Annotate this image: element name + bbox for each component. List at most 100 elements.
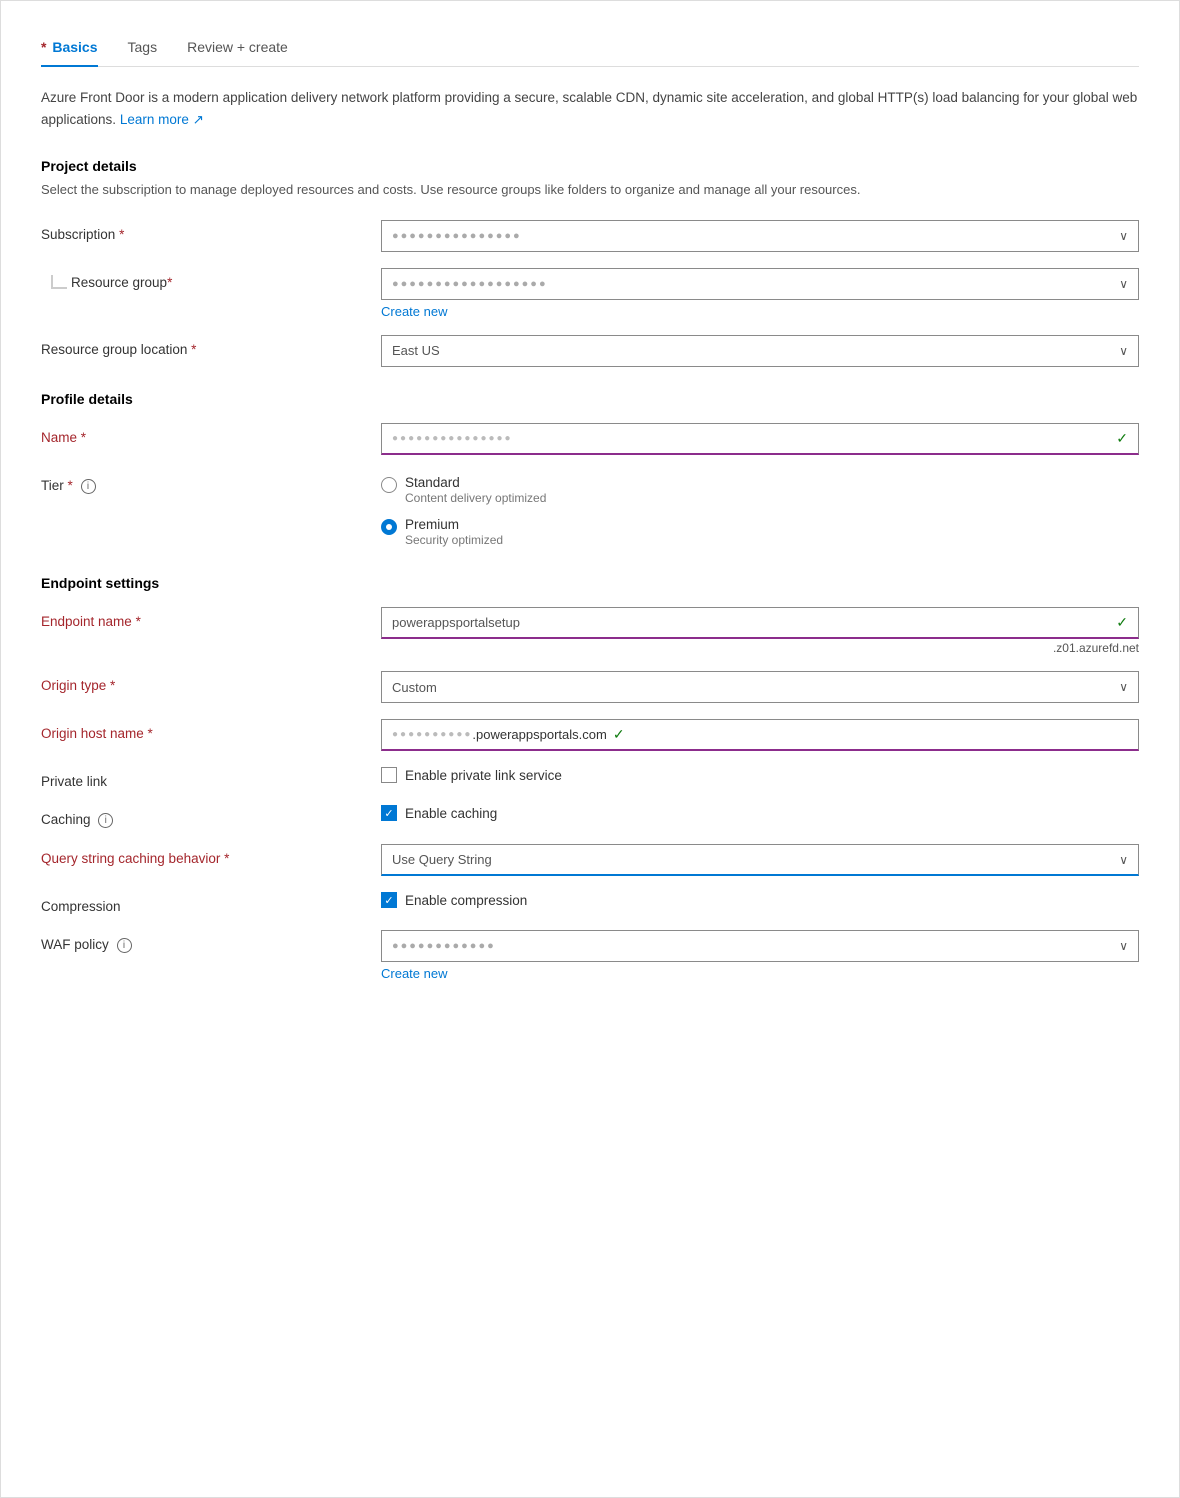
tier-premium-labels: Premium Security optimized (405, 517, 503, 547)
origin-host-blurred-value: ●●●●●●●●●● (392, 729, 472, 740)
profile-details-header: Profile details (41, 391, 1139, 407)
waf-value: ●●●●●●●●●●●● (392, 940, 1111, 952)
caching-checkbox[interactable]: ✓ (381, 805, 397, 821)
endpoint-settings-fields: Endpoint name * powerappsportalsetup ✓ .… (41, 607, 1139, 981)
resource-group-control: ●●●●●●●●●●●●●●●●●● ∨ Create new (381, 268, 1139, 319)
tier-label-text: Tier (41, 478, 64, 493)
compression-row: Compression ✓ Enable compression (41, 892, 1139, 914)
waf-dropdown[interactable]: ●●●●●●●●●●●● ∨ (381, 930, 1139, 962)
origin-host-row: Origin host name * ●●●●●●●●●● .powerapps… (41, 719, 1139, 751)
compression-control: ✓ Enable compression (381, 892, 1139, 908)
origin-host-suffix: .powerappsportals.com (472, 727, 606, 742)
endpoint-name-label-text: Endpoint name * (41, 614, 141, 629)
compression-checkbox-check-icon: ✓ (384, 894, 393, 907)
origin-host-label-text: Origin host name * (41, 726, 153, 741)
resource-group-location-row: Resource group location * East US ∨ (41, 335, 1139, 367)
origin-type-label: Origin type * (41, 671, 381, 693)
description-body: Azure Front Door is a modern application… (41, 90, 1137, 127)
private-link-checkbox[interactable] (381, 767, 397, 783)
origin-type-control: Custom ∨ (381, 671, 1139, 703)
project-details-section: Project details Select the subscription … (41, 158, 1139, 367)
name-value: ●●●●●●●●●●●●●●● (392, 433, 1110, 444)
origin-type-label-text: Origin type * (41, 678, 115, 693)
profile-details-fields: Name * ●●●●●●●●●●●●●●● ✓ Tier * i (41, 423, 1139, 551)
resource-group-dropdown[interactable]: ●●●●●●●●●●●●●●●●●● ∨ (381, 268, 1139, 300)
learn-more-link[interactable]: Learn more ↗ (120, 112, 204, 127)
name-required-star: Name * (41, 430, 86, 445)
tier-premium-option[interactable]: Premium Security optimized (381, 513, 1139, 551)
waf-arrow-icon: ∨ (1119, 939, 1128, 953)
tab-tags-label: Tags (128, 39, 158, 55)
caching-control: ✓ Enable caching (381, 805, 1139, 821)
private-link-control: Enable private link service (381, 767, 1139, 783)
name-checkmark-icon: ✓ (1116, 430, 1128, 447)
caching-checkbox-row: ✓ Enable caching (381, 805, 1139, 821)
project-details-desc: Select the subscription to manage deploy… (41, 180, 1139, 200)
endpoint-name-control: powerappsportalsetup ✓ .z01.azurefd.net (381, 607, 1139, 655)
query-string-dropdown[interactable]: Use Query String ∨ (381, 844, 1139, 876)
tier-standard-labels: Standard Content delivery optimized (405, 475, 546, 505)
origin-host-checkmark-icon: ✓ (613, 726, 625, 743)
name-input[interactable]: ●●●●●●●●●●●●●●● ✓ (381, 423, 1139, 455)
tier-premium-sublabel: Security optimized (405, 533, 503, 547)
endpoint-name-input[interactable]: powerappsportalsetup ✓ (381, 607, 1139, 639)
tier-info-icon[interactable]: i (81, 479, 96, 494)
name-control: ●●●●●●●●●●●●●●● ✓ (381, 423, 1139, 455)
resource-group-required: * (167, 275, 172, 290)
private-link-row: Private link Enable private link service (41, 767, 1139, 789)
origin-type-dropdown[interactable]: Custom ∨ (381, 671, 1139, 703)
name-label: Name * (41, 423, 381, 445)
tier-standard-radio[interactable] (381, 477, 397, 493)
origin-type-arrow-icon: ∨ (1119, 680, 1128, 694)
resource-group-create-new-link[interactable]: Create new (381, 304, 447, 319)
endpoint-settings-section: Endpoint settings Endpoint name * powera… (41, 575, 1139, 981)
waf-label-text: WAF policy (41, 937, 109, 952)
waf-control: ●●●●●●●●●●●● ∨ Create new (381, 930, 1139, 981)
resource-group-location-arrow-icon: ∨ (1119, 344, 1128, 358)
tier-label: Tier * i (41, 471, 381, 494)
caching-label-text: Caching (41, 812, 91, 827)
resource-group-label: Resource group * (41, 268, 381, 290)
compression-checkbox-row: ✓ Enable compression (381, 892, 1139, 908)
subscription-label-text: Subscription (41, 227, 115, 242)
required-star-basics: * (41, 39, 46, 55)
tier-standard-sublabel: Content delivery optimized (405, 491, 546, 505)
tier-radio-group: Standard Content delivery optimized Prem… (381, 471, 1139, 551)
resource-group-location-label-text: Resource group location (41, 342, 187, 357)
page-container: * Basics Tags Review + create Azure Fron… (0, 0, 1180, 1498)
resource-group-location-label: Resource group location * (41, 335, 381, 357)
caching-checkbox-label: Enable caching (405, 806, 497, 821)
resource-group-location-dropdown[interactable]: East US ∨ (381, 335, 1139, 367)
subscription-label: Subscription * (41, 220, 381, 242)
endpoint-name-suffix: .z01.azurefd.net (381, 641, 1139, 655)
compression-label: Compression (41, 892, 381, 914)
query-string-value: Use Query String (392, 852, 1111, 867)
caching-label: Caching i (41, 805, 381, 828)
waf-create-new-link[interactable]: Create new (381, 966, 447, 981)
subscription-dropdown[interactable]: ●●●●●●●●●●●●●●● ∨ (381, 220, 1139, 252)
tab-basics[interactable]: * Basics (41, 31, 98, 67)
profile-details-section: Profile details Name * ●●●●●●●●●●●●●●● ✓… (41, 391, 1139, 551)
compression-label-text: Compression (41, 899, 121, 914)
compression-checkbox[interactable]: ✓ (381, 892, 397, 908)
private-link-label-text: Private link (41, 774, 107, 789)
waf-info-icon[interactable]: i (117, 938, 132, 953)
tab-review-create[interactable]: Review + create (187, 31, 288, 67)
waf-row: WAF policy i ●●●●●●●●●●●● ∨ Create new (41, 930, 1139, 981)
endpoint-name-label: Endpoint name * (41, 607, 381, 629)
subscription-control: ●●●●●●●●●●●●●●● ∨ (381, 220, 1139, 252)
project-details-header: Project details (41, 158, 1139, 174)
tabs-bar: * Basics Tags Review + create (41, 31, 1139, 67)
query-string-arrow-icon: ∨ (1119, 853, 1128, 867)
tier-standard-option[interactable]: Standard Content delivery optimized (381, 471, 1139, 509)
tab-tags[interactable]: Tags (128, 31, 158, 67)
tier-row: Tier * i Standard Content delivery optim… (41, 471, 1139, 551)
tier-control: Standard Content delivery optimized Prem… (381, 471, 1139, 551)
resource-group-location-control: East US ∨ (381, 335, 1139, 367)
waf-create-new-text: Create new (381, 966, 447, 981)
tier-premium-radio[interactable] (381, 519, 397, 535)
query-string-row: Query string caching behavior * Use Quer… (41, 844, 1139, 876)
external-link-icon: ↗ (193, 112, 204, 127)
origin-host-input[interactable]: ●●●●●●●●●● .powerappsportals.com ✓ (381, 719, 1139, 751)
caching-info-icon[interactable]: i (98, 813, 113, 828)
